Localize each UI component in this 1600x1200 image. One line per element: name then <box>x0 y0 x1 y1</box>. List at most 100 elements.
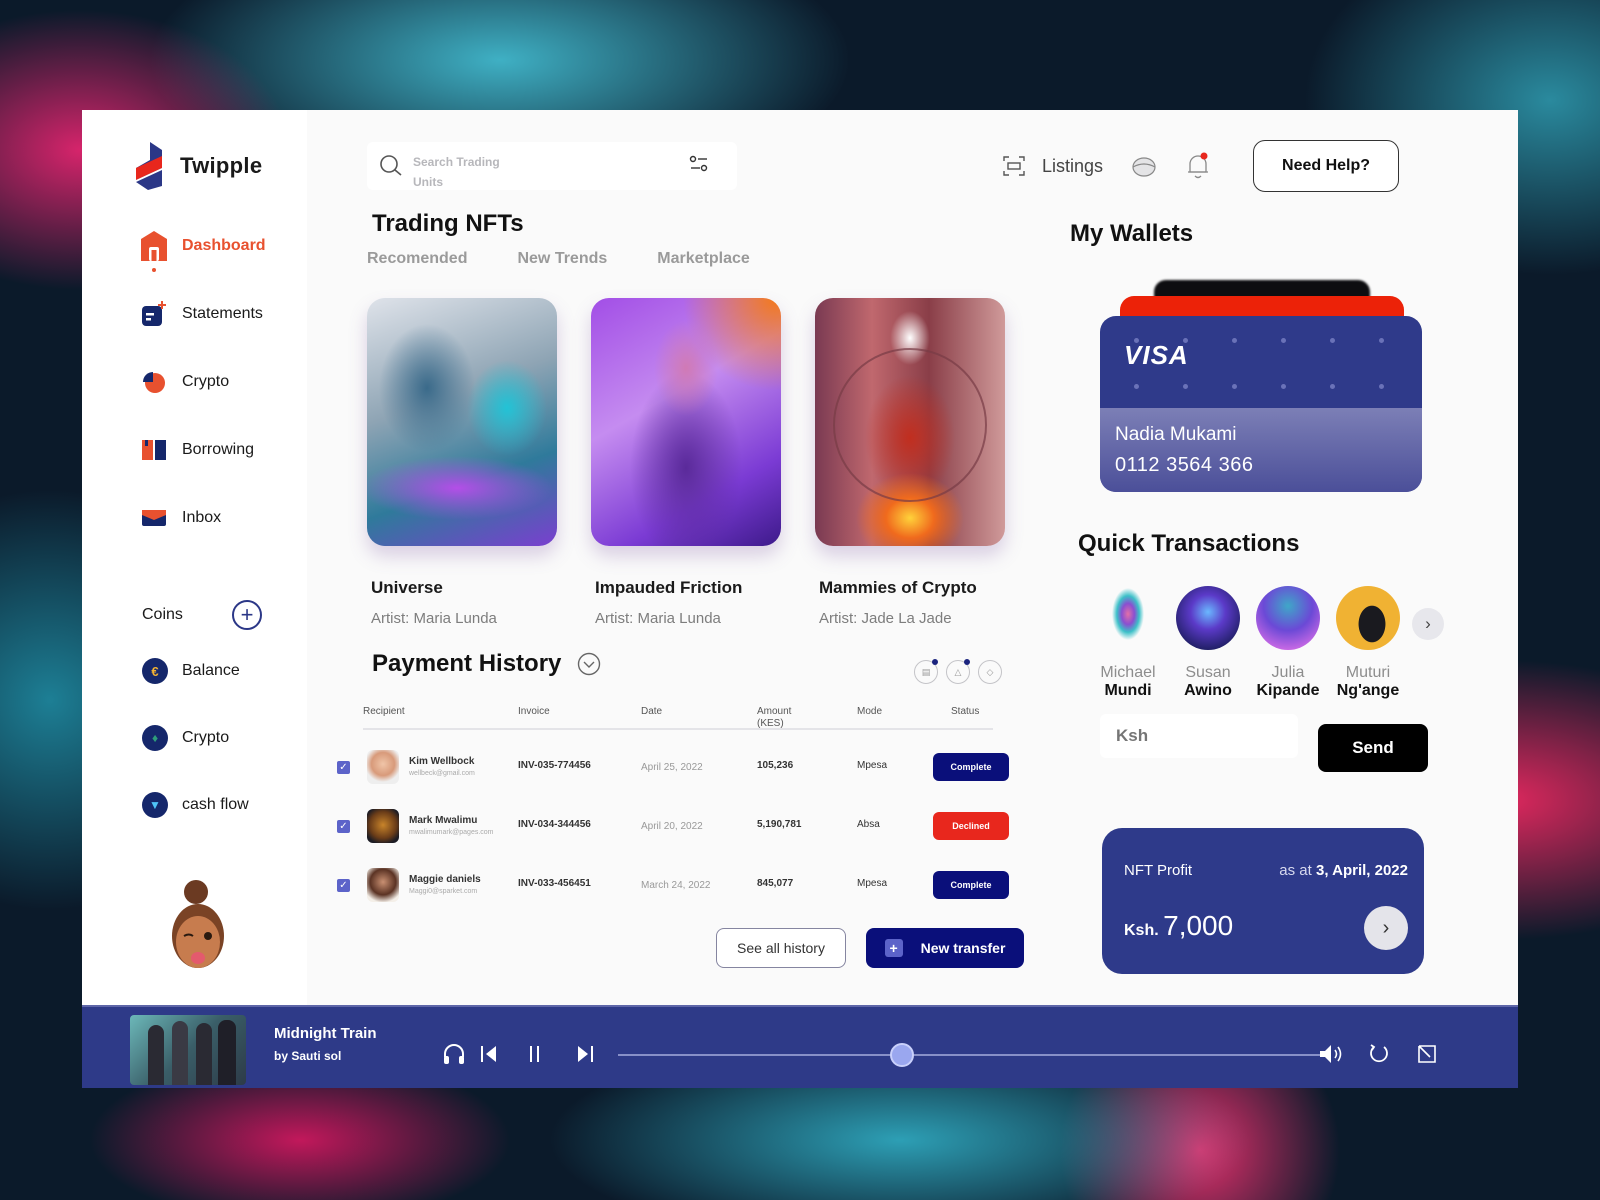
pause-icon[interactable] <box>528 1045 542 1068</box>
status-badge[interactable]: Complete <box>933 753 1009 781</box>
next-track-icon[interactable] <box>576 1045 594 1068</box>
nft-artist: Artist: Maria Lunda <box>595 610 721 627</box>
see-all-history-button[interactable]: See all history <box>716 928 846 968</box>
sidebar-item-dashboard[interactable]: Dashboard <box>140 230 266 272</box>
nft-card[interactable]: Mammies of Crypto Artist: Jade La Jade <box>815 298 1005 627</box>
contact-first-name: Michael <box>1100 664 1156 681</box>
progress-slider[interactable] <box>618 1043 1328 1067</box>
sidebar-item-borrowing[interactable]: Borrowing <box>140 434 266 466</box>
recipient-email: wellbeck@gmail.com <box>409 770 475 777</box>
payment-amount: 845,077 <box>757 878 794 889</box>
status-badge[interactable]: Complete <box>933 871 1009 899</box>
status-badge[interactable]: Declined <box>933 812 1009 840</box>
coin-label: Crypto <box>182 729 230 746</box>
contact-item[interactable]: Michael Mundi <box>1094 586 1162 700</box>
card-dot <box>1281 384 1286 389</box>
nft-tabs: Recomended New Trends Marketplace <box>367 250 750 268</box>
card-dot <box>1232 338 1237 343</box>
sidebar-item-inbox[interactable]: Inbox <box>140 502 266 534</box>
nft-profit-card: NFT Profit as at 3, April, 2022 Ksh. 7,0… <box>1102 828 1424 974</box>
nft-title: Universe <box>371 578 443 597</box>
document-icon[interactable]: ▤ <box>914 659 938 684</box>
recipient-avatar <box>367 750 399 784</box>
filter-icon[interactable] <box>689 154 709 174</box>
contact-item[interactable]: Susan Awino <box>1174 586 1242 700</box>
contact-avatar <box>1336 586 1400 650</box>
table-row[interactable]: ✓ Kim Wellbock wellbeck@gmail.com INV-035-7… <box>337 732 1112 791</box>
coins-header: Coins + <box>142 600 262 630</box>
coin-item-balance[interactable]: € Balance <box>142 656 249 686</box>
row-checkbox[interactable]: ✓ <box>337 879 350 892</box>
nft-card[interactable]: Universe Artist: Maria Lunda <box>367 298 557 627</box>
row-checkbox[interactable]: ✓ <box>337 761 350 774</box>
coin-item-cash-flow[interactable]: ▼ cash flow <box>142 790 249 820</box>
tab-recomended[interactable]: Recomended <box>367 250 467 268</box>
visa-card[interactable]: VISA Nadia Mukami 0112 3564 366 <box>1100 316 1422 492</box>
contact-item[interactable]: Julia Kipande <box>1254 586 1322 700</box>
quick-contacts: Michael Mundi Susan Awino Julia Kipande … <box>1094 586 1402 700</box>
listings-link[interactable]: Listings <box>1002 154 1103 178</box>
headphones-icon[interactable] <box>442 1043 466 1070</box>
contact-first-name: Julia <box>1271 664 1305 681</box>
volume-icon[interactable] <box>1318 1043 1344 1070</box>
sidebar-nav: Dashboard Statements Crypto Borrowing In… <box>140 230 266 570</box>
profit-date-value: 3, April, 2022 <box>1316 862 1408 879</box>
repeat-icon[interactable] <box>1368 1043 1390 1070</box>
column-header: Date <box>641 706 663 717</box>
book-icon <box>140 436 168 464</box>
payment-date: April 20, 2022 <box>641 821 703 832</box>
settings-icon[interactable]: ◇ <box>978 660 1002 684</box>
sidebar-item-statements[interactable]: Statements <box>140 298 266 330</box>
contact-item[interactable]: Muturi Ng'ange <box>1334 586 1402 700</box>
card-dot <box>1379 384 1384 389</box>
plus-icon: + <box>884 939 903 957</box>
previous-track-icon[interactable] <box>480 1045 498 1068</box>
table-row[interactable]: ✓ Mark Mwalimu mwalimumark@pages.com INV-03… <box>337 791 1112 850</box>
payment-table: Recipient Invoice Date Amount (KES) Mode… <box>337 706 1112 909</box>
payment-date: April 25, 2022 <box>641 762 703 773</box>
nft-artist: Artist: Jade La Jade <box>819 610 952 627</box>
contact-last-name: Ng'ange <box>1336 682 1400 699</box>
table-row[interactable]: ✓ Maggie daniels Maggi0@sparket.com INV-033… <box>337 850 1112 909</box>
column-header: Mode <box>857 706 883 717</box>
app-window: Twipple Dashboard Statements Crypto Borr… <box>82 110 1518 1088</box>
contact-avatar <box>1256 586 1320 650</box>
new-transfer-button[interactable]: + New transfer <box>866 928 1024 968</box>
user-avatar[interactable] <box>168 878 228 974</box>
add-coin-button[interactable]: + <box>232 600 262 630</box>
coin-item-crypto[interactable]: ♦ Crypto <box>142 723 249 753</box>
nft-card[interactable]: Impauded Friction Artist: Maria Lunda <box>591 298 781 627</box>
contacts-next-button[interactable]: › <box>1412 608 1444 640</box>
bell-icon[interactable]: △ <box>946 659 970 684</box>
sidebar-item-crypto[interactable]: Crypto <box>140 366 266 398</box>
amount-input[interactable] <box>1100 714 1298 758</box>
sidebar-item-label: Statements <box>182 305 263 322</box>
payment-amount: 5,190,781 <box>757 819 802 830</box>
chevron-right-icon: › <box>1382 916 1390 939</box>
profit-details-button[interactable]: › <box>1364 906 1408 950</box>
recipient-email: Maggi0@sparket.com <box>409 888 478 895</box>
profit-date: as at 3, April, 2022 <box>1279 862 1408 879</box>
tab-marketplace[interactable]: Marketplace <box>657 250 750 268</box>
column-header: Amount (KES) <box>757 706 792 729</box>
chevron-down-icon[interactable] <box>577 652 601 676</box>
search-input[interactable]: Search Trading Units <box>367 142 737 190</box>
send-button[interactable]: Send <box>1318 724 1428 772</box>
progress-knob[interactable] <box>890 1043 914 1067</box>
song-artist: by Sauti sol <box>274 1049 342 1063</box>
wallet-icon[interactable] <box>1131 153 1157 179</box>
need-help-button[interactable]: Need Help? <box>1253 140 1400 192</box>
recipient-avatar <box>367 809 399 843</box>
wallet-title: My Wallets <box>1070 220 1194 247</box>
song-title: Midnight Train <box>274 1025 377 1042</box>
mail-icon <box>140 504 168 532</box>
profit-currency: Ksh. <box>1124 922 1159 939</box>
tab-new-trends[interactable]: New Trends <box>517 250 607 268</box>
nft-title: Impauded Friction <box>595 578 743 597</box>
row-checkbox[interactable]: ✓ <box>337 820 350 833</box>
logo[interactable]: Twipple <box>132 142 262 190</box>
expand-icon[interactable] <box>1416 1043 1438 1070</box>
coin-label: Balance <box>182 662 240 679</box>
sidebar-item-label: Inbox <box>182 509 222 526</box>
notification-bell-icon[interactable] <box>1185 152 1211 180</box>
